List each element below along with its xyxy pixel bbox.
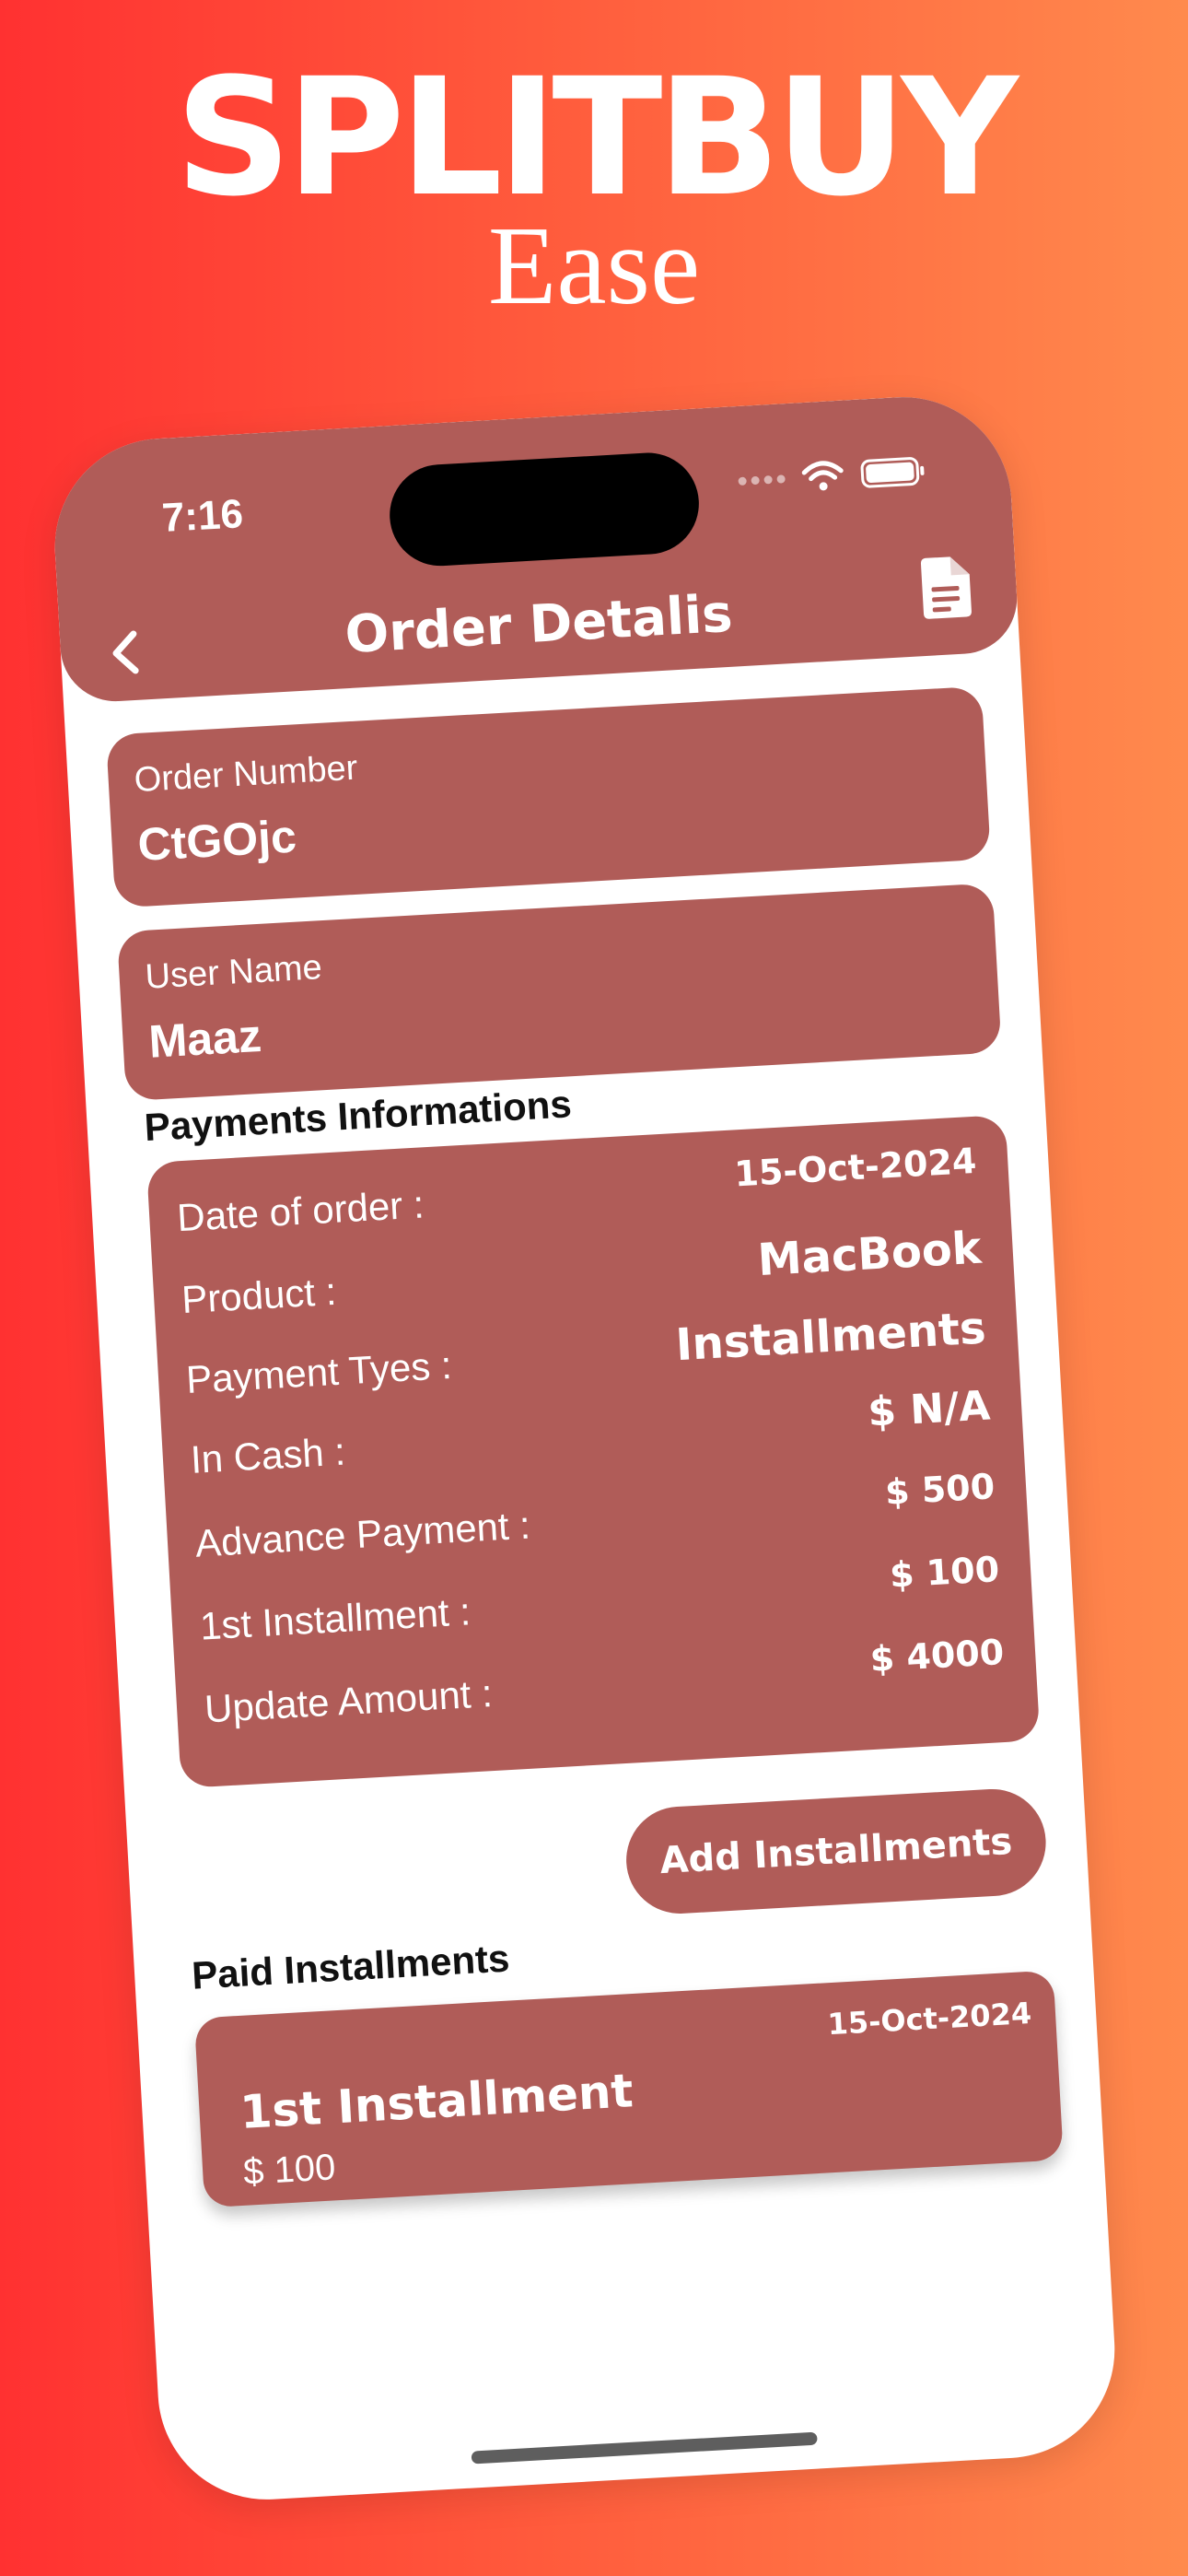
dynamic-island bbox=[387, 450, 702, 569]
payment-row-date: Date of order : 15-Oct-2024 bbox=[175, 1141, 978, 1240]
status-time: 7:16 bbox=[160, 491, 245, 542]
document-button[interactable] bbox=[919, 554, 974, 621]
battery-icon bbox=[860, 457, 925, 488]
payment-label: Advance Payment : bbox=[193, 1503, 532, 1565]
installment-date: 15-Oct-2024 bbox=[826, 1995, 1033, 2043]
document-icon bbox=[920, 556, 972, 619]
navigation-bar: 7:16 Order Detalis bbox=[49, 391, 1020, 705]
payments-card: Date of order : 15-Oct-2024 Product : Ma… bbox=[146, 1114, 1041, 1789]
order-number-label: Order Number bbox=[133, 748, 359, 801]
payment-row-advance: Advance Payment : $ 500 bbox=[193, 1466, 996, 1565]
payment-row-type: Payment Tyes : Installments bbox=[184, 1303, 987, 1402]
payment-label: In Cash : bbox=[189, 1429, 347, 1481]
payment-value: $ 500 bbox=[883, 1466, 996, 1513]
payment-row-first-installment: 1st Installment : $ 100 bbox=[198, 1549, 1001, 1648]
paid-installments-heading: Paid Installments bbox=[190, 1936, 511, 1997]
payment-row-update-amount: Update Amount : $ 4000 bbox=[203, 1632, 1006, 1731]
payment-label: Product : bbox=[181, 1269, 338, 1322]
payment-value: $ N/A bbox=[867, 1382, 992, 1436]
installment-card[interactable]: 15-Oct-2024 1st Installment $ 100 bbox=[193, 1970, 1064, 2208]
payment-value: 15-Oct-2024 bbox=[733, 1140, 978, 1195]
payment-value: $ 100 bbox=[888, 1549, 1001, 1596]
signal-icon bbox=[738, 474, 786, 486]
phone-screen: 7:16 Order Detalis Order Number CtGOjc U… bbox=[49, 391, 1121, 2506]
payment-value: Installments bbox=[674, 1302, 987, 1372]
add-installments-button[interactable]: Add Installments bbox=[623, 1786, 1049, 1917]
home-indicator[interactable] bbox=[471, 2431, 818, 2465]
payment-label: 1st Installment : bbox=[198, 1589, 472, 1648]
payment-row-product: Product : MacBook bbox=[180, 1223, 983, 1322]
payment-label: Payment Tyes : bbox=[184, 1342, 453, 1402]
status-icons bbox=[738, 455, 928, 497]
payment-label: Date of order : bbox=[176, 1182, 425, 1240]
user-name-card: User Name Maaz bbox=[116, 883, 1002, 1102]
user-name-value: Maaz bbox=[147, 1009, 263, 1068]
installment-amount: $ 100 bbox=[242, 2147, 337, 2193]
installment-title: 1st Installment bbox=[239, 2064, 635, 2139]
order-number-card: Order Number CtGOjc bbox=[105, 685, 991, 908]
wifi-icon bbox=[801, 461, 844, 491]
payment-label: Update Amount : bbox=[203, 1671, 494, 1731]
payment-value: MacBook bbox=[756, 1222, 984, 1287]
payment-value: $ 4000 bbox=[868, 1631, 1006, 1680]
payment-row-cash: In Cash : $ N/A bbox=[189, 1382, 992, 1481]
brand-title: SPLITBUY bbox=[175, 43, 1019, 232]
page-title: Order Detalis bbox=[343, 583, 735, 666]
order-number-value: CtGOjc bbox=[136, 810, 298, 872]
brand-subtitle: Ease bbox=[487, 204, 701, 328]
user-name-label: User Name bbox=[144, 948, 323, 997]
